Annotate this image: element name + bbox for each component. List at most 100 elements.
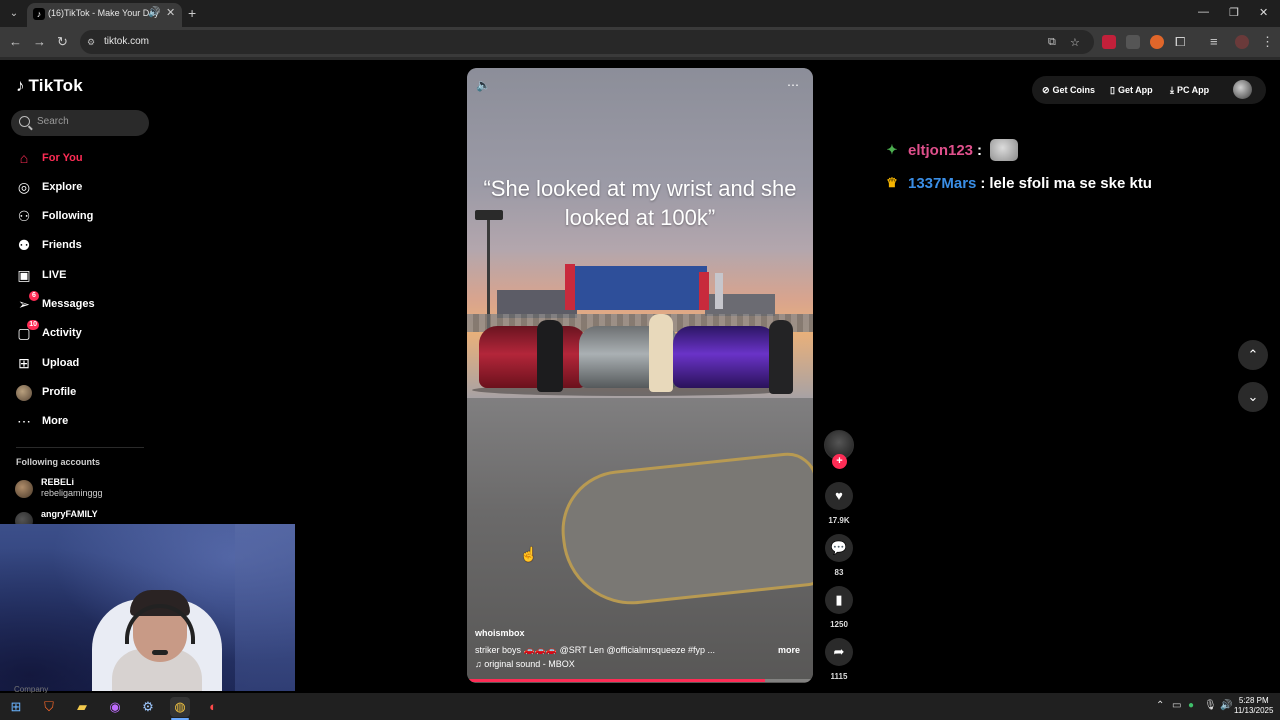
get-app-label: Get App xyxy=(1117,85,1153,95)
user-profile-avatar[interactable] xyxy=(1233,80,1252,99)
share-button[interactable]: ➦ xyxy=(825,638,853,666)
clock-date: 11/13/2025 xyxy=(1234,706,1274,715)
app-swirl-icon[interactable]: ◉ xyxy=(105,697,125,717)
windows-start-icon[interactable]: ⊞ xyxy=(6,697,26,717)
sidebar-item-label: Profile xyxy=(42,386,77,398)
sidebar-item-messages[interactable]: ➢ 6 Messages xyxy=(15,291,155,315)
sidebar-item-label: LIVE xyxy=(42,269,67,281)
tray-device-icon[interactable]: ▭ xyxy=(1172,700,1181,711)
sidebar-item-profile[interactable]: Profile xyxy=(15,381,155,403)
webcam-overlay xyxy=(0,524,295,691)
close-window-icon[interactable]: ✕ xyxy=(1259,6,1268,19)
sidebar-item-label: Explore xyxy=(42,181,83,193)
account-handle: rebeligaminggg xyxy=(41,488,103,498)
sidebar-item-explore[interactable]: ◎ Explore xyxy=(15,176,155,198)
browser-profile-avatar[interactable] xyxy=(1235,35,1249,49)
video-player[interactable]: “She looked at my wrist and she looked a… xyxy=(467,68,813,683)
sidebar-item-more[interactable]: ⋯ More xyxy=(15,410,155,432)
pc-app-button[interactable]: ⤓ PC App xyxy=(1170,80,1209,100)
tray-overflow-icon[interactable]: ⌃ xyxy=(1156,700,1164,711)
get-app-button[interactable]: ▯ Get App xyxy=(1110,80,1153,100)
activity-icon: ▢ 10 xyxy=(17,320,39,341)
chat-crown-badge-icon: ♛ xyxy=(886,175,898,190)
tab-close-icon[interactable]: ✕ xyxy=(166,6,175,19)
sidebar-item-label: Following xyxy=(42,210,94,222)
tiktok-note-icon: ♪ xyxy=(16,76,25,95)
previous-video-button[interactable]: ⌃ xyxy=(1238,340,1268,370)
extension-orange-icon[interactable] xyxy=(1150,35,1164,49)
brave-icon[interactable]: ⛉ xyxy=(39,697,59,717)
browser-tab[interactable]: ♪ (16)TikTok - Make Your Day 🔊 ✕ xyxy=(27,3,182,27)
sidebar-item-activity[interactable]: ▢ 10 Activity xyxy=(15,320,155,344)
volume-icon[interactable]: 🔈 xyxy=(476,78,491,92)
sidebar-item-label: More xyxy=(42,415,69,427)
media-controls-icon[interactable]: ≡ xyxy=(1210,34,1218,50)
video-author[interactable]: whoismbox xyxy=(475,628,525,638)
address-bar[interactable]: ⚙ tiktok.com ⧉ ☆ xyxy=(80,30,1094,54)
sidebar-item-following[interactable]: ⚇ Following xyxy=(15,205,155,227)
following-account-item[interactable]: REBELi rebeligaminggg xyxy=(15,477,155,503)
comment-icon: 💬 xyxy=(830,540,848,555)
new-tab-icon[interactable]: + xyxy=(188,5,196,21)
sidebar-item-live[interactable]: ▣ LIVE xyxy=(15,264,155,286)
obs-icon[interactable]: ◐ xyxy=(203,697,223,717)
sidebar-item-friends[interactable]: ⚉ Friends xyxy=(15,234,155,256)
search-input[interactable] xyxy=(37,116,142,127)
video-progress-bar[interactable] xyxy=(467,679,813,682)
taskbar-clock[interactable]: 5:28 PM 11/13/2025 xyxy=(1234,696,1273,716)
video-sound[interactable]: ♫ original sound - MBOX xyxy=(475,659,575,669)
tray-status-icon[interactable]: ● xyxy=(1188,700,1194,711)
activity-badge: 10 xyxy=(27,320,39,330)
clock-time: 5:28 PM xyxy=(1238,696,1269,705)
chat-emote-icon xyxy=(990,139,1019,161)
tab-title: (16)TikTok - Make Your Day xyxy=(48,8,159,18)
sidebar-divider xyxy=(16,447,144,448)
logo-text: TikTok xyxy=(28,76,83,95)
description-more-button[interactable]: more xyxy=(778,645,800,655)
sidebar-item-label: Activity xyxy=(42,327,82,339)
sidebar-item-upload[interactable]: ⊞ Upload xyxy=(15,352,155,374)
save-button[interactable]: ▮ xyxy=(825,586,853,614)
minimize-icon[interactable]: — xyxy=(1198,6,1209,18)
volume-tray-icon[interactable]: 🔊 xyxy=(1220,700,1232,711)
mouse-cursor-icon: ☝ xyxy=(520,546,538,562)
comment-button[interactable]: 💬 xyxy=(825,534,853,562)
extension-dark-icon[interactable] xyxy=(1126,35,1140,49)
steam-icon[interactable]: ⚙ xyxy=(138,697,158,717)
url-text: tiktok.com xyxy=(104,36,150,47)
like-button[interactable]: ♥ xyxy=(825,482,853,510)
bookmark-star-icon[interactable]: ☆ xyxy=(1070,36,1080,49)
upload-icon: ⊞ xyxy=(18,355,30,371)
tab-search-icon[interactable]: ⌄ xyxy=(6,6,22,22)
tab-audio-icon[interactable]: 🔊 xyxy=(148,7,160,18)
search-box[interactable] xyxy=(11,110,149,136)
reload-icon[interactable]: ↻ xyxy=(57,34,68,50)
sidebar-item-label: Friends xyxy=(42,239,82,251)
pc-app-label: PC App xyxy=(1176,85,1210,95)
video-more-options-icon[interactable]: ⋯ xyxy=(787,78,799,92)
chat-message: ♛ 1337Mars : lele sfoli ma se ske ktu xyxy=(884,171,1152,195)
restore-icon[interactable]: ❐ xyxy=(1229,6,1239,19)
microphone-icon[interactable]: 🎙 xyxy=(1204,700,1217,711)
follow-plus-icon[interactable]: + xyxy=(832,454,847,469)
next-video-button[interactable]: ⌄ xyxy=(1238,382,1268,412)
download-icon: ⤓ xyxy=(1170,84,1174,95)
chrome-icon[interactable]: ◍ xyxy=(170,697,190,717)
sidebar-item-for-you[interactable]: ⌂ For You xyxy=(15,147,155,169)
site-info-icon[interactable]: ⚙ xyxy=(87,36,99,48)
video-progress-fill xyxy=(467,679,765,682)
coin-icon: ⊘ xyxy=(1042,84,1050,95)
get-coins-button[interactable]: ⊘ Get Coins xyxy=(1042,80,1095,100)
forward-icon[interactable]: → xyxy=(33,34,46,50)
browser-menu-icon[interactable]: ⋮ xyxy=(1261,34,1274,50)
bookmark-icon: ▮ xyxy=(835,592,843,607)
messages-badge: 6 xyxy=(29,291,39,301)
extension-red-icon[interactable] xyxy=(1102,35,1116,49)
file-explorer-icon[interactable]: ▰ xyxy=(72,697,92,717)
like-count: 17.9K xyxy=(828,516,850,525)
install-app-icon[interactable]: ⧉ xyxy=(1048,36,1056,49)
get-coins-label: Get Coins xyxy=(1052,85,1096,95)
back-icon[interactable]: ← xyxy=(9,34,22,50)
extensions-puzzle-icon[interactable]: ⧠ xyxy=(1175,34,1185,50)
tiktok-logo[interactable]: ♪ TikTok xyxy=(16,76,83,96)
